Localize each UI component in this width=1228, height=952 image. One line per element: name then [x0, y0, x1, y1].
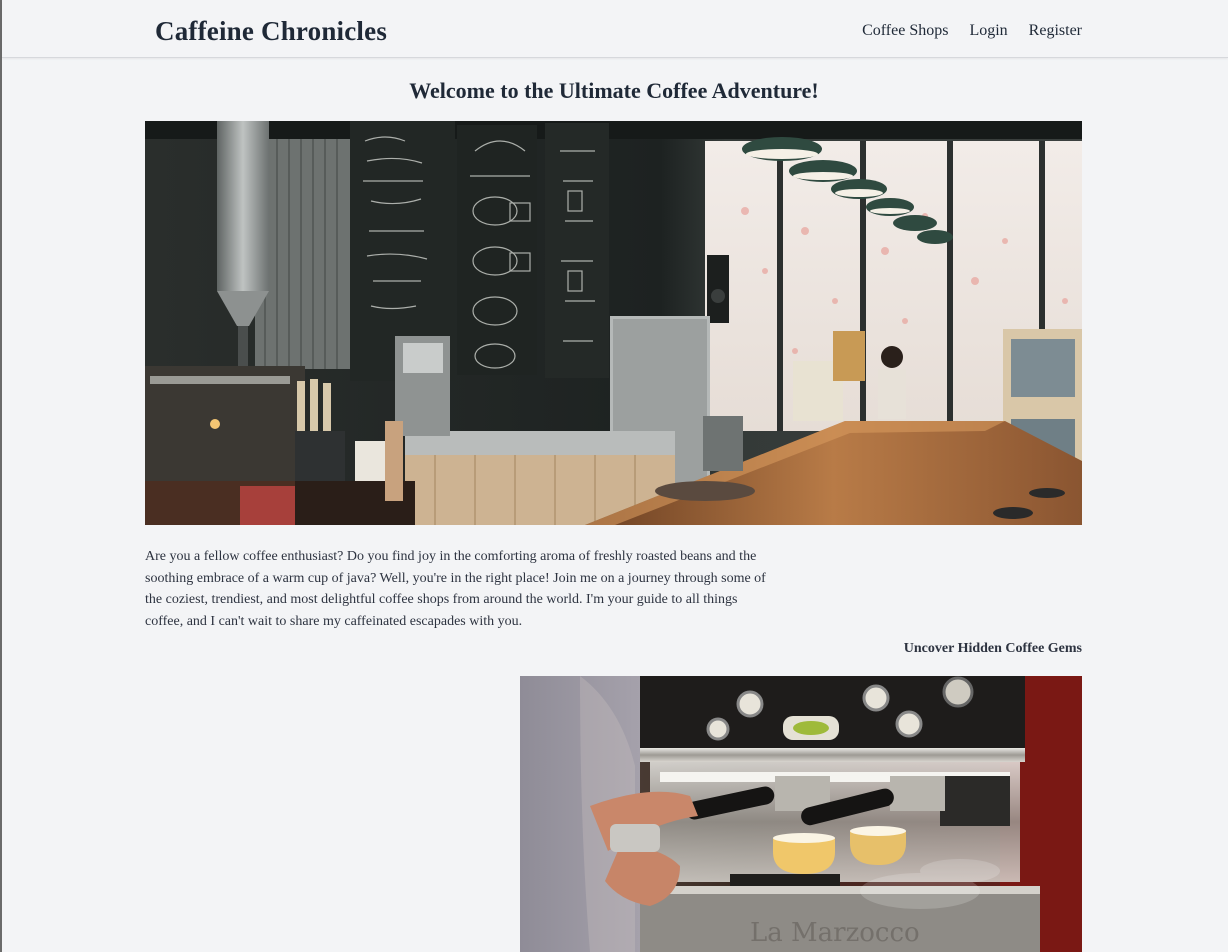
- svg-text:La Marzocco: La Marzocco: [750, 918, 920, 948]
- nav-link-login[interactable]: Login: [969, 22, 1007, 40]
- nav-links: Coffee Shops Login Register: [862, 22, 1082, 40]
- window-edge: [0, 0, 2, 952]
- section-heading: Uncover Hidden Coffee Gems: [903, 641, 1082, 656]
- espresso-machine-image: La Marzocco: [520, 676, 1082, 952]
- nav-link-coffee-shops[interactable]: Coffee Shops: [862, 22, 948, 40]
- hero-image-coffee-shop-interior: [145, 121, 1082, 525]
- site-brand[interactable]: Caffeine Chronicles: [155, 16, 387, 47]
- navbar: Caffeine Chronicles Coffee Shops Login R…: [2, 0, 1228, 58]
- page-title: Welcome to the Ultimate Coffee Adventure…: [409, 78, 819, 103]
- intro-paragraph: Are you a fellow coffee enthusiast? Do y…: [145, 549, 766, 629]
- nav-link-register[interactable]: Register: [1029, 22, 1082, 40]
